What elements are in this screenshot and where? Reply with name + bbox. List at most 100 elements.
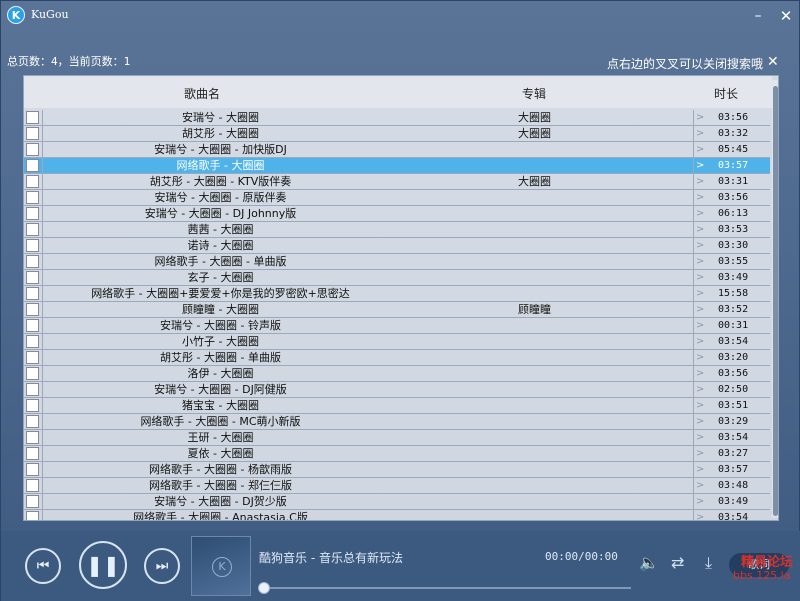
- row-checkbox[interactable]: [26, 511, 39, 520]
- chevron-right-icon[interactable]: >: [696, 383, 704, 396]
- loop-button[interactable]: ⇄: [671, 553, 684, 572]
- row-checkbox[interactable]: [26, 319, 39, 332]
- play-pause-button[interactable]: ❚❚: [79, 541, 127, 589]
- table-row[interactable]: 夏依 - 大圈圈 >03:27: [24, 446, 770, 462]
- column-header-duration[interactable]: 时长: [714, 85, 738, 102]
- chevron-right-icon[interactable]: >: [696, 271, 704, 284]
- vertical-scrollbar[interactable]: [772, 80, 778, 518]
- row-checkbox[interactable]: [26, 303, 39, 316]
- chevron-right-icon[interactable]: >: [696, 175, 704, 188]
- table-row[interactable]: 安瑞兮 - 大圈圈 大圈圈 >03:56: [24, 110, 770, 126]
- chevron-right-icon[interactable]: >: [696, 303, 704, 316]
- volume-button[interactable]: 🔈: [639, 553, 659, 572]
- chevron-right-icon[interactable]: >: [696, 127, 704, 140]
- previous-button[interactable]: ⏮: [25, 548, 61, 584]
- song-duration: 03:49: [718, 496, 749, 507]
- chevron-right-icon[interactable]: >: [696, 287, 704, 300]
- row-checkbox[interactable]: [26, 415, 39, 428]
- row-checkbox[interactable]: [26, 207, 39, 220]
- table-row[interactable]: 网络歌手 - 大圈圈+要爱爱+你是我的罗密欧+思密达 >15:58: [24, 286, 770, 302]
- chevron-right-icon[interactable]: >: [696, 191, 704, 204]
- table-row[interactable]: 安瑞兮 - 大圈圈 - DJ阿健版 >02:50: [24, 382, 770, 398]
- table-row[interactable]: 胡艾彤 - 大圈圈 - KTV版伴奏 大圈圈 >03:31: [24, 174, 770, 190]
- song-name: 洛伊 - 大圈圈: [42, 366, 398, 381]
- close-button[interactable]: ✕: [777, 7, 795, 25]
- row-checkbox[interactable]: [26, 143, 39, 156]
- row-checkbox[interactable]: [26, 191, 39, 204]
- chevron-right-icon[interactable]: >: [696, 159, 704, 172]
- table-row[interactable]: 网络歌手 - 大圈圈 - MC萌小新版 >03:29: [24, 414, 770, 430]
- chevron-right-icon[interactable]: >: [696, 447, 704, 460]
- table-row[interactable]: 安瑞兮 - 大圈圈 - DJ Johnny版 >06:13: [24, 206, 770, 222]
- row-checkbox[interactable]: [26, 127, 39, 140]
- table-row[interactable]: 安瑞兮 - 大圈圈 - 加快版DJ >05:45: [24, 142, 770, 158]
- chevron-right-icon[interactable]: >: [696, 351, 704, 364]
- row-checkbox[interactable]: [26, 111, 39, 124]
- table-row[interactable]: 安瑞兮 - 大圈圈 - 铃声版 >00:31: [24, 318, 770, 334]
- table-row[interactable]: 网络歌手 - 大圈圈 - 单曲版 >03:55: [24, 254, 770, 270]
- album-cover[interactable]: K: [191, 536, 251, 596]
- chevron-right-icon[interactable]: >: [696, 399, 704, 412]
- row-checkbox[interactable]: [26, 255, 39, 268]
- row-checkbox[interactable]: [26, 495, 39, 508]
- row-checkbox[interactable]: [26, 159, 39, 172]
- table-row[interactable]: 诺诗 - 大圈圈 >03:30: [24, 238, 770, 254]
- row-checkbox[interactable]: [26, 447, 39, 460]
- row-checkbox[interactable]: [26, 431, 39, 444]
- row-checkbox[interactable]: [26, 335, 39, 348]
- table-row[interactable]: 胡艾彤 - 大圈圈 - 单曲版 >03:20: [24, 350, 770, 366]
- column-header-name[interactable]: 歌曲名: [184, 85, 220, 102]
- table-row[interactable]: 茜茜 - 大圈圈 >03:53: [24, 222, 770, 238]
- progress-bar[interactable]: [258, 582, 631, 594]
- song-name: 玄子 - 大圈圈: [42, 270, 398, 285]
- row-checkbox[interactable]: [26, 479, 39, 492]
- chevron-right-icon[interactable]: >: [696, 431, 704, 444]
- chevron-right-icon[interactable]: >: [696, 335, 704, 348]
- download-button[interactable]: ⤓: [705, 553, 712, 573]
- next-button[interactable]: ⏭: [144, 548, 180, 584]
- row-checkbox[interactable]: [26, 351, 39, 364]
- chevron-right-icon[interactable]: >: [696, 495, 704, 508]
- chevron-right-icon[interactable]: >: [696, 143, 704, 156]
- chevron-right-icon[interactable]: >: [696, 463, 704, 476]
- row-checkbox[interactable]: [26, 399, 39, 412]
- chevron-right-icon[interactable]: >: [696, 255, 704, 268]
- chevron-right-icon[interactable]: >: [696, 111, 704, 124]
- row-checkbox[interactable]: [26, 239, 39, 252]
- scrollbar-thumb[interactable]: [773, 86, 778, 516]
- table-row[interactable]: 洛伊 - 大圈圈 >03:56: [24, 366, 770, 382]
- chevron-right-icon[interactable]: >: [696, 415, 704, 428]
- table-row[interactable]: 网络歌手 - 大圈圈 - Anastasia.C版 >03:54: [24, 510, 770, 520]
- table-row[interactable]: 胡艾彤 - 大圈圈 大圈圈 >03:32: [24, 126, 770, 142]
- table-row[interactable]: 网络歌手 - 大圈圈 >03:57: [24, 158, 770, 174]
- chevron-right-icon[interactable]: >: [696, 207, 704, 220]
- progress-knob[interactable]: [258, 582, 270, 594]
- table-row[interactable]: 玄子 - 大圈圈 >03:49: [24, 270, 770, 286]
- close-search-button[interactable]: ✕: [767, 54, 779, 70]
- row-checkbox[interactable]: [26, 287, 39, 300]
- table-row[interactable]: 网络歌手 - 大圈圈 - 杨歆雨版 >03:57: [24, 462, 770, 478]
- chevron-right-icon[interactable]: >: [696, 319, 704, 332]
- minimize-button[interactable]: –: [749, 7, 767, 25]
- table-row[interactable]: 小竹子 - 大圈圈 >03:54: [24, 334, 770, 350]
- table-row[interactable]: 顾瞳瞳 - 大圈圈 顾瞳瞳 >03:52: [24, 302, 770, 318]
- title-bar[interactable]: K KuGou – ✕: [1, 1, 799, 31]
- row-checkbox[interactable]: [26, 463, 39, 476]
- chevron-right-icon[interactable]: >: [696, 511, 704, 520]
- chevron-right-icon[interactable]: >: [696, 239, 704, 252]
- row-checkbox[interactable]: [26, 367, 39, 380]
- table-row[interactable]: 王研 - 大圈圈 >03:54: [24, 430, 770, 446]
- row-checkbox[interactable]: [26, 175, 39, 188]
- column-divider: [693, 430, 694, 445]
- table-row[interactable]: 安瑞兮 - 大圈圈 - DJ贺少版 >03:49: [24, 494, 770, 510]
- column-header-album[interactable]: 专辑: [522, 85, 546, 102]
- chevron-right-icon[interactable]: >: [696, 479, 704, 492]
- table-row[interactable]: 安瑞兮 - 大圈圈 - 原版伴奏 >03:56: [24, 190, 770, 206]
- row-checkbox[interactable]: [26, 223, 39, 236]
- chevron-right-icon[interactable]: >: [696, 367, 704, 380]
- row-checkbox[interactable]: [26, 383, 39, 396]
- table-row[interactable]: 猪宝宝 - 大圈圈 >03:51: [24, 398, 770, 414]
- row-checkbox[interactable]: [26, 271, 39, 284]
- table-row[interactable]: 网络歌手 - 大圈圈 - 郑仨仨版 >03:48: [24, 478, 770, 494]
- chevron-right-icon[interactable]: >: [696, 223, 704, 236]
